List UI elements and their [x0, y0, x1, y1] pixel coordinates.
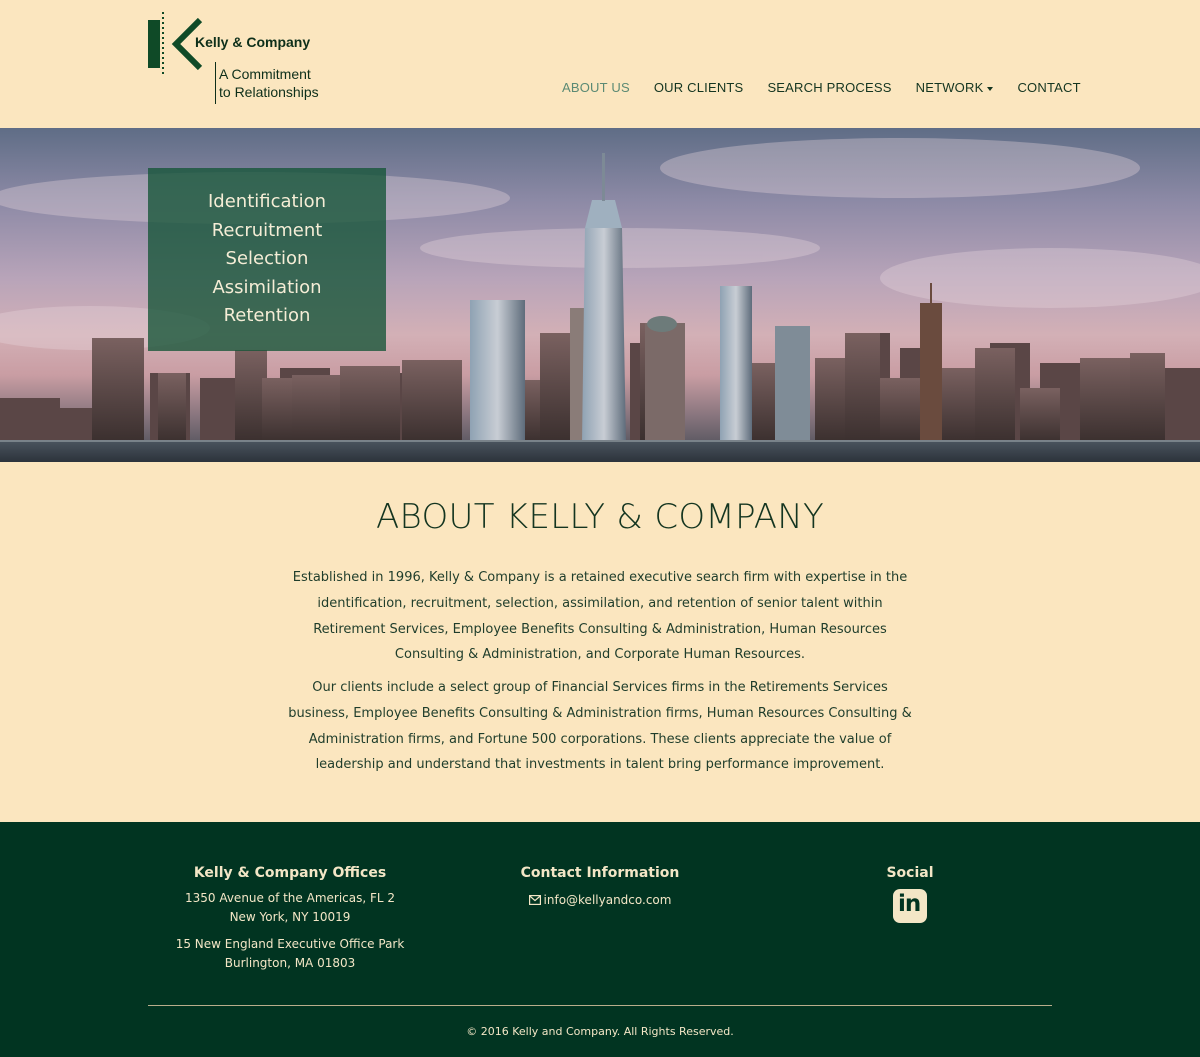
nav-contact[interactable]: CONTACT [1017, 80, 1080, 95]
office-2-address-line-1: 15 New England Executive Office Park [175, 937, 405, 951]
site-header: Kelly & Company A Commitment to Relation… [0, 0, 1200, 128]
footer-offices: Kelly & Company Offices 1350 Avenue of t… [140, 865, 440, 973]
office-2-address-line-2: Burlington, MA 01803 [224, 956, 356, 970]
footer-contact: Contact Information info@kellyandco.com [450, 865, 750, 910]
footer-divider [148, 1005, 1052, 1006]
logo-k-stem [148, 20, 160, 68]
about-paragraph-1: Established in 1996, Kelly & Company is … [292, 570, 908, 663]
hero-line-selection: Selection [225, 248, 309, 270]
copyright-text: © 2016 Kelly and Company. All Rights Res… [466, 1025, 734, 1038]
hero-line-identification: Identification [207, 191, 327, 213]
logo-company-name: Kelly & Company [195, 34, 311, 50]
hero-skyline-banner: Identification Recruitment Selection Ass… [0, 128, 1200, 462]
hero-line-retention: Retention [223, 305, 311, 327]
logo-dotted-line [162, 12, 164, 74]
hero-line-assimilation: Assimilation [212, 276, 322, 298]
email-link[interactable]: info@kellyandco.com [528, 893, 672, 907]
about-heading: ABOUT KELLY & COMPANY [375, 497, 825, 537]
envelope-icon [528, 895, 541, 905]
nav-network-label: NETWORK [915, 80, 984, 95]
offices-heading: Kelly & Company Offices [193, 865, 387, 881]
linkedin-icon[interactable]: in [893, 889, 927, 923]
company-logo[interactable]: Kelly & Company A Commitment to Relation… [148, 12, 338, 107]
contact-heading: Contact Information [520, 865, 680, 881]
site-footer: Kelly & Company Offices 1350 Avenue of t… [0, 822, 1200, 1057]
nav-our-clients[interactable]: OUR CLIENTS [654, 80, 744, 95]
caret-down-icon [987, 86, 994, 91]
email-address: info@kellyandco.com [543, 893, 672, 907]
linkedin-glyph: in [898, 891, 921, 917]
nav-network[interactable]: NETWORK [916, 80, 994, 95]
logo-tagline: A Commitment to Relationships [219, 65, 319, 101]
social-heading: Social [886, 865, 934, 881]
nav-about-us[interactable]: ABOUT US [562, 80, 630, 95]
logo-tagline-line-2: to Relationships [219, 84, 319, 100]
footer-social: Social in [760, 865, 1060, 927]
nav-search-process[interactable]: SEARCH PROCESS [767, 80, 891, 95]
logo-tagline-line-1: A Commitment [219, 66, 311, 82]
about-paragraph-2: Our clients include a select group of Fi… [288, 680, 912, 773]
logo-divider [215, 62, 216, 104]
office-1-address-line-2: New York, NY 10019 [229, 910, 351, 924]
office-1-address-line-1: 1350 Avenue of the Americas, FL 2 [184, 891, 396, 905]
hero-line-recruitment: Recruitment [211, 219, 323, 241]
main-nav: ABOUT US OUR CLIENTS SEARCH PROCESS NETW… [562, 80, 1081, 95]
hero-services-box: Identification Recruitment Selection Ass… [148, 168, 386, 351]
